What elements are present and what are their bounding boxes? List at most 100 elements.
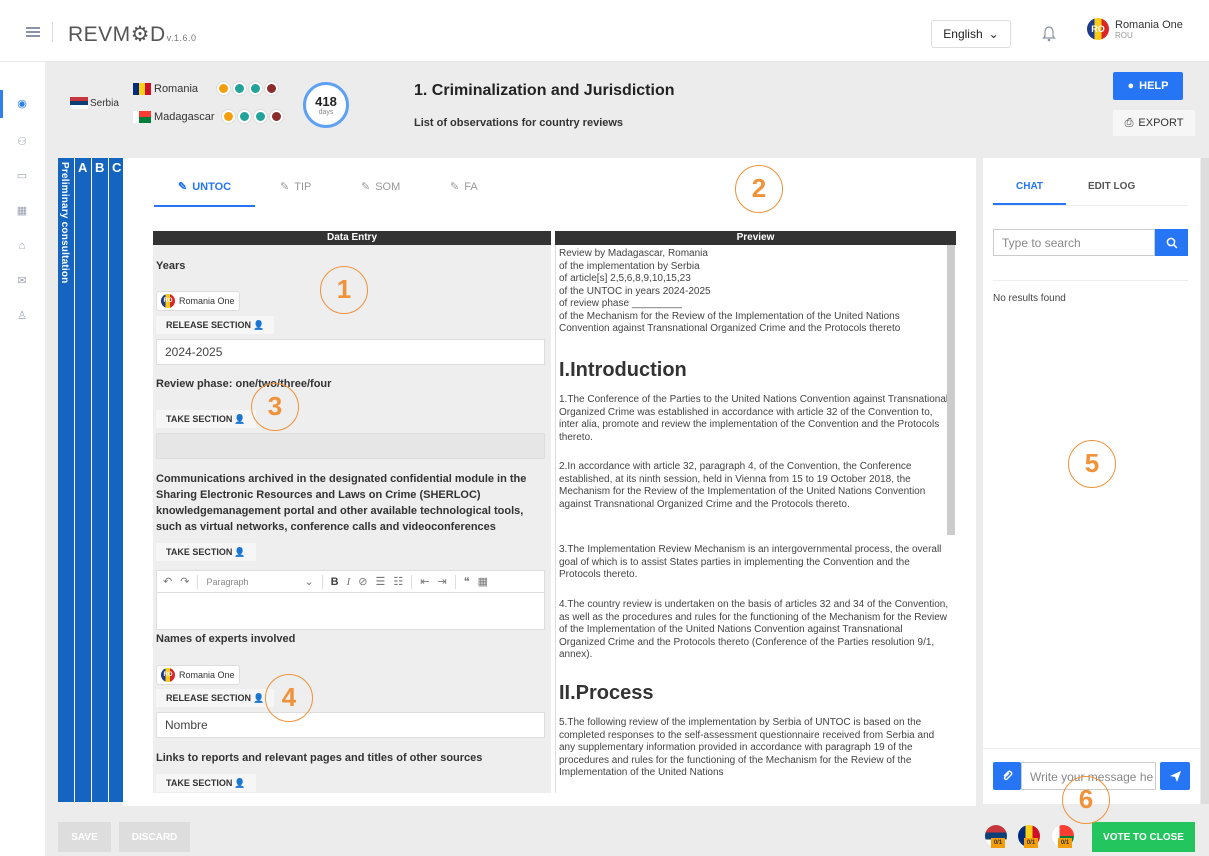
vote-count-badge: 0/1 [1024, 838, 1038, 848]
preview-scrollbar[interactable] [947, 245, 955, 535]
phase-input[interactable] [156, 433, 545, 459]
preliminary-consultation-tab[interactable]: Preliminary consultation [58, 158, 74, 802]
export-label: EXPORT [1138, 117, 1184, 129]
bullet-list-icon[interactable]: ☰ [376, 575, 386, 588]
paragraph-select[interactable]: Paragraph [206, 577, 296, 587]
help-button[interactable]: ● HELP [1113, 72, 1183, 100]
active-tab-indicator [993, 203, 1066, 205]
bell-icon[interactable] [1042, 26, 1056, 42]
users-icon[interactable]: ⚇ [16, 136, 28, 148]
menu-icon[interactable] [26, 27, 40, 37]
phase-c-tab[interactable]: C [109, 158, 124, 802]
user-country-code: ROU [1115, 30, 1133, 40]
user-avatar: RO [1087, 18, 1109, 40]
table-icon[interactable]: ▦ [478, 575, 488, 588]
redo-icon[interactable]: ↷ [180, 575, 189, 588]
experts-input[interactable]: Nombre [156, 712, 545, 738]
user-minus-icon: 👤 [253, 319, 265, 330]
days-count: 418 [315, 94, 337, 109]
attach-button[interactable] [993, 762, 1021, 790]
bold-icon[interactable]: B [331, 576, 339, 588]
send-icon [1169, 770, 1181, 782]
link-icon[interactable]: ⊘ [358, 575, 367, 588]
status-dot [217, 82, 231, 95]
chat-search-input[interactable]: Type to search [993, 229, 1155, 256]
nav-active-indicator [0, 90, 3, 118]
mail-icon[interactable]: ✉ [16, 275, 28, 287]
tab-untoc[interactable]: ✎ UNTOC [178, 180, 231, 194]
chat-scrollbar[interactable] [1201, 158, 1209, 804]
reviewer-name: Madagascar [154, 110, 215, 123]
release-section-button[interactable]: RELEASE SECTION 👤 [156, 689, 275, 707]
release-section-button[interactable]: RELEASE SECTION 👤 [156, 316, 275, 334]
madagascar-flag [133, 110, 151, 123]
user-dot [237, 110, 251, 123]
reviewer-row: Madagascar [133, 110, 283, 123]
status-dot [221, 110, 235, 123]
save-button[interactable]: SAVE [58, 822, 111, 852]
export-button[interactable]: ⎙ EXPORT [1113, 110, 1195, 136]
undo-icon[interactable]: ↶ [163, 575, 172, 588]
numbered-list-icon[interactable]: ☷ [393, 575, 403, 588]
user-name: Romania One [1115, 18, 1183, 31]
take-label: TAKE SECTION [166, 547, 233, 557]
take-section-button[interactable]: TAKE SECTION 👤 [156, 410, 256, 428]
tab-edit-log[interactable]: EDIT LOG [1088, 181, 1135, 192]
preview-heading-introduction: I.Introduction [559, 359, 687, 381]
annotation-marker: 6 [1062, 776, 1110, 824]
send-button[interactable] [1160, 762, 1190, 790]
person-icon[interactable]: ♙ [16, 310, 28, 322]
divider [993, 280, 1188, 281]
divider [454, 574, 456, 589]
outdent-icon[interactable]: ⇤ [420, 575, 429, 588]
tab-som[interactable]: ✎ SOM [361, 180, 400, 194]
preview-paragraph: 2.In accordance with article 32, paragra… [559, 461, 926, 510]
team-dot [249, 82, 263, 95]
pencil-icon: ✎ [450, 181, 460, 193]
owner-name: Romania One [179, 296, 235, 306]
language-select[interactable]: English ⌄ [931, 20, 1011, 48]
app-logo[interactable]: REVM⚙D v.1.6.0 [68, 22, 197, 47]
preview-heading-process: II.Process [559, 682, 654, 704]
phase-a-tab[interactable]: A [75, 158, 91, 802]
eye-icon[interactable]: ◉ [16, 98, 28, 110]
phase-strip: Preliminary consultation A B C [58, 158, 124, 802]
tab-chat[interactable]: CHAT [1016, 181, 1043, 192]
search-button[interactable] [1155, 229, 1188, 256]
bank-icon[interactable]: ⌂ [16, 240, 28, 252]
annotation-marker: 5 [1068, 440, 1116, 488]
pencil-icon: ✎ [280, 181, 290, 193]
rich-text-editor[interactable]: ↶ ↷ Paragraph ⌄ B I ⊘ ☰ ☷ ⇤ ⇥ ❝ ▦ [156, 570, 545, 630]
chevron-down-icon: ⌄ [988, 27, 999, 41]
quote-icon[interactable]: ❝ [464, 575, 470, 588]
italic-icon[interactable]: I [347, 576, 351, 588]
years-input[interactable]: 2024-2025 [156, 339, 545, 365]
tab-tip[interactable]: ✎ TIP [280, 180, 311, 194]
document-icon[interactable]: ▭ [16, 170, 28, 182]
take-section-button[interactable]: TAKE SECTION 👤 [156, 543, 256, 561]
page-title: 1. Criminalization and Jurisdiction [414, 82, 675, 99]
vote-count-badge: 0/1 [1058, 838, 1072, 848]
reviewed-country: Serbia [70, 97, 119, 109]
info-icon: ● [1127, 80, 1135, 92]
prelim-label: Preliminary consultation [59, 162, 70, 284]
preview-paragraph: 5.The following review of the implementa… [559, 717, 935, 778]
print-icon: ⎙ [1124, 116, 1134, 129]
preview-header: Preview [555, 231, 956, 245]
serbia-flag [70, 97, 88, 109]
field-label-experts: Names of experts involved [156, 633, 296, 645]
no-results-text: No results found [993, 293, 1066, 304]
vote-to-close-button[interactable]: VOTE TO CLOSE [1092, 822, 1195, 852]
discard-button[interactable]: DISCARD [119, 822, 190, 852]
indent-icon[interactable]: ⇥ [437, 575, 446, 588]
take-section-button[interactable]: TAKE SECTION 👤 [156, 774, 256, 792]
phase-b-tab[interactable]: B [92, 158, 108, 802]
team-dot [253, 110, 267, 123]
flag-dot [269, 110, 283, 123]
building-icon[interactable]: ▦ [16, 205, 28, 217]
owner-avatar: RO [161, 668, 175, 682]
user-menu[interactable]: RO Romania One ROU [1087, 18, 1183, 40]
divider [993, 205, 1188, 206]
phase-b-label: B [95, 160, 105, 175]
tab-fa[interactable]: ✎ FA [450, 180, 478, 194]
